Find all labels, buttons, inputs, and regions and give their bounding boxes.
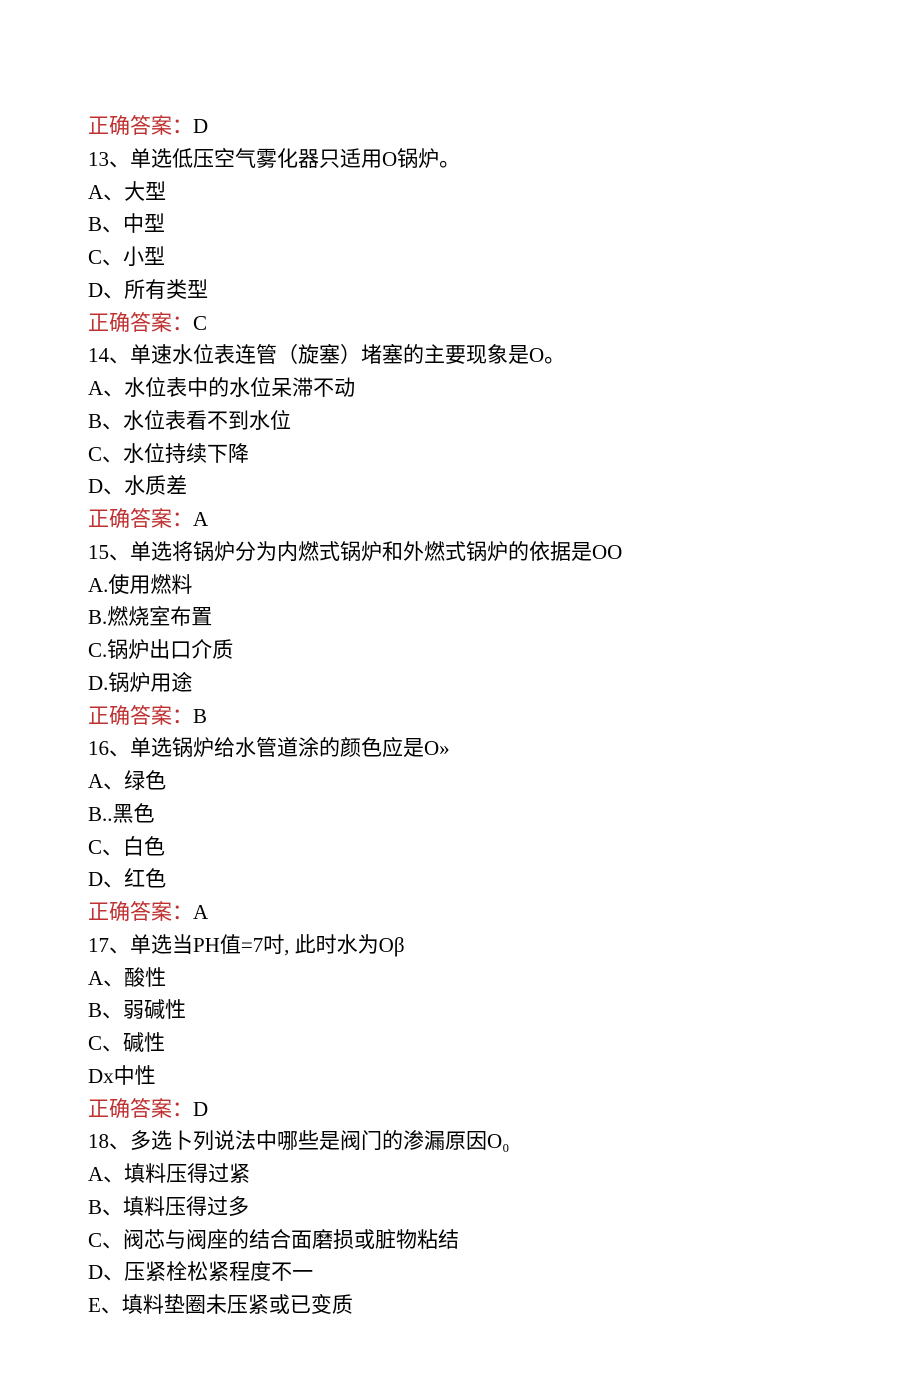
option-b: B、填料压得过多: [88, 1191, 832, 1224]
answer-label: 正确答案：: [88, 1097, 193, 1121]
answer-line: 正确答案：B: [88, 700, 832, 733]
answer-label: 正确答案：: [88, 704, 193, 728]
option-b: B、中型: [88, 208, 832, 241]
answer-line: 正确答案：A: [88, 503, 832, 536]
option-d: D、压紧栓松紧程度不一: [88, 1256, 832, 1289]
question-stem: 15、单选将锅炉分为内燃式锅炉和外燃式锅炉的依据是OO: [88, 536, 832, 569]
option-d: D、水质差: [88, 470, 832, 503]
option-c: C、水位持续下降: [88, 438, 832, 471]
option-d: Dx中性: [88, 1060, 832, 1093]
question-stem: 16、单选锅炉给水管道涂的颜色应是O»: [88, 732, 832, 765]
question-stem: 14、单速水位表连管（旋塞）堵塞的主要现象是O。: [88, 339, 832, 372]
answer-label: 正确答案：: [88, 900, 193, 924]
answer-value: B: [193, 704, 207, 728]
answer-line: 正确答案：D: [88, 1093, 832, 1126]
option-c: C、白色: [88, 831, 832, 864]
option-e: E、填料垫圈未压紧或已变质: [88, 1289, 832, 1322]
option-a: A、酸性: [88, 962, 832, 995]
option-d: D.锅炉用途: [88, 667, 832, 700]
option-c: C.锅炉出口介质: [88, 634, 832, 667]
answer-value: D: [193, 114, 208, 138]
option-d: D、红色: [88, 863, 832, 896]
option-b: B..黑色: [88, 798, 832, 831]
answer-label: 正确答案：: [88, 507, 193, 531]
option-b: B、水位表看不到水位: [88, 405, 832, 438]
option-b: B.燃烧室布置: [88, 601, 832, 634]
document-page: 正确答案：D 13、单选低压空气雾化器只适用O锅炉。 A、大型 B、中型 C、小…: [0, 0, 920, 1382]
option-a: A、水位表中的水位呆滞不动: [88, 372, 832, 405]
option-d: D、所有类型: [88, 274, 832, 307]
answer-value: A: [193, 507, 208, 531]
answer-value: D: [193, 1097, 208, 1121]
option-a: A、填料压得过紧: [88, 1158, 832, 1191]
option-c: C、小型: [88, 241, 832, 274]
option-c: C、碱性: [88, 1027, 832, 1060]
option-c: C、阀芯与阀座的结合面磨损或脏物粘结: [88, 1224, 832, 1257]
question-stem: 13、单选低压空气雾化器只适用O锅炉。: [88, 143, 832, 176]
answer-value: A: [193, 900, 208, 924]
option-a: A、绿色: [88, 765, 832, 798]
question-stem: 18、多选卜列说法中哪些是阀门的渗漏原因O₀: [88, 1125, 832, 1158]
question-stem: 17、单选当PH值=7吋, 此时水为Oβ: [88, 929, 832, 962]
answer-line: 正确答案：D: [88, 110, 832, 143]
option-a: A、大型: [88, 176, 832, 209]
answer-value: C: [193, 311, 207, 335]
answer-label: 正确答案：: [88, 114, 193, 138]
answer-label: 正确答案：: [88, 311, 193, 335]
option-b: B、弱碱性: [88, 994, 832, 1027]
answer-line: 正确答案：C: [88, 307, 832, 340]
option-a: A.使用燃料: [88, 569, 832, 602]
answer-line: 正确答案：A: [88, 896, 832, 929]
